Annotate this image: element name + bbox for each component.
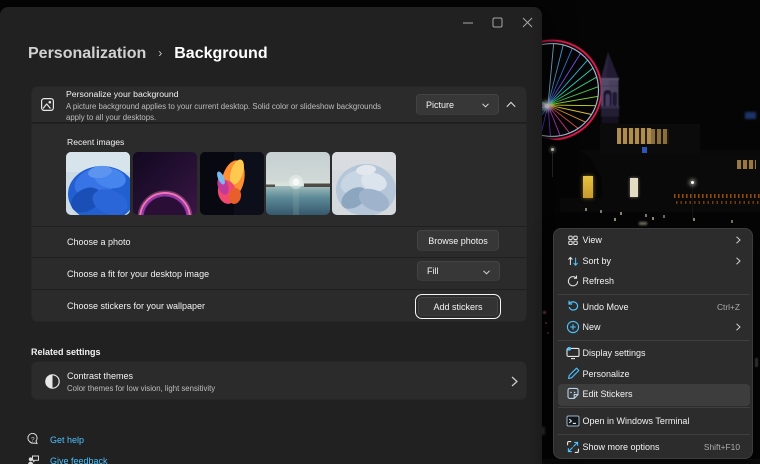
svg-text:?: ?: [31, 437, 35, 444]
